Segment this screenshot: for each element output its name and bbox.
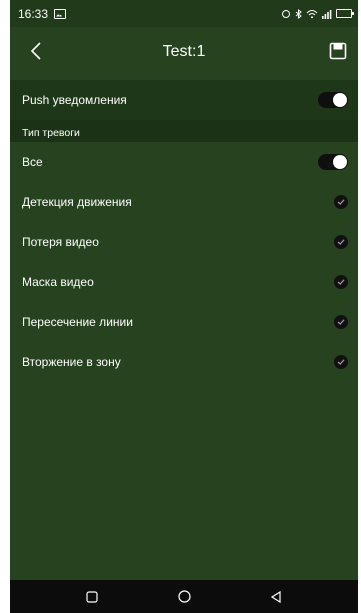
square-icon <box>86 590 98 603</box>
home-button[interactable] <box>170 586 198 608</box>
nav-back-button[interactable] <box>262 586 290 608</box>
status-time: 16:33 <box>18 6 49 21</box>
status-left: 16:33 <box>18 6 67 21</box>
alarm-all-toggle[interactable] <box>318 154 348 170</box>
save-icon <box>329 42 347 60</box>
battery-icon <box>336 9 354 18</box>
alarm-zone-intrusion-label: Вторжение в зону <box>22 355 121 369</box>
status-right <box>281 8 354 19</box>
push-notifications-row[interactable]: Push уведомления <box>10 80 358 120</box>
status-bar: 16:33 <box>10 0 358 27</box>
alarm-type-section-header: Тип тревоги <box>10 120 358 142</box>
alarm-zone-intrusion-row[interactable]: Вторжение в зону <box>10 342 358 382</box>
save-button[interactable] <box>326 39 350 63</box>
push-notifications-toggle[interactable] <box>318 92 348 108</box>
alarm-line-crossing-row[interactable]: Пересечение линии <box>10 302 358 342</box>
alarm-line-crossing-label: Пересечение линии <box>22 315 133 329</box>
check-circle-icon[interactable] <box>334 235 348 249</box>
alarm-video-loss-row[interactable]: Потеря видео <box>10 222 358 262</box>
triangle-back-icon <box>270 590 281 603</box>
bluetooth-icon <box>295 8 302 19</box>
check-circle-icon[interactable] <box>334 315 348 329</box>
alarm-video-mask-row[interactable]: Маска видео <box>10 262 358 302</box>
check-circle-icon[interactable] <box>334 275 348 289</box>
page-title: Test:1 <box>162 43 206 60</box>
push-notifications-label: Push уведомления <box>22 93 127 107</box>
app-header: Test:1 <box>10 27 358 80</box>
wifi-icon <box>306 9 318 18</box>
alarm-all-label: Все <box>22 155 43 169</box>
check-circle-icon[interactable] <box>334 355 348 369</box>
system-nav-bar <box>10 580 358 613</box>
check-circle-icon[interactable] <box>334 195 348 209</box>
alarm-motion-detection-row[interactable]: Детекция движения <box>10 182 358 222</box>
circle-icon <box>177 590 191 603</box>
gallery-icon <box>54 8 67 19</box>
alarm-icon <box>282 9 290 18</box>
alarm-video-mask-label: Маска видео <box>22 275 94 289</box>
alarm-motion-detection-label: Детекция движения <box>22 195 132 209</box>
alarm-all-row[interactable]: Все <box>10 142 358 182</box>
recent-apps-button[interactable] <box>78 586 106 608</box>
signal-icon <box>322 9 332 19</box>
alarm-video-loss-label: Потеря видео <box>22 235 99 249</box>
app-screen: 16:33 Test:1 Push уведомления Тип тревог… <box>10 0 358 613</box>
